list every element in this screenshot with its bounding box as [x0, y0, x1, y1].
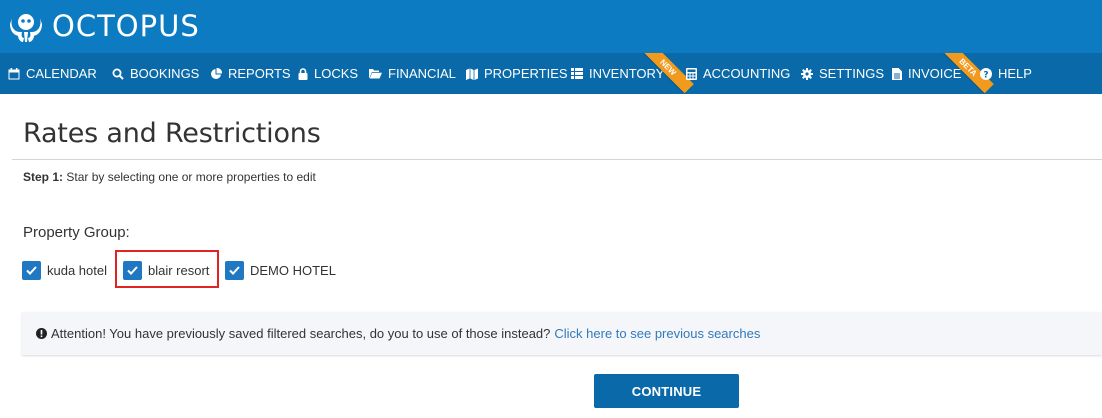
pie-chart-icon: [211, 67, 222, 79]
nav-label-calendar: CALENDAR: [26, 66, 97, 81]
calendar-icon: [8, 67, 20, 79]
nav-item-accounting[interactable]: ACCOUNTING: [686, 53, 790, 94]
property-checkbox-kuda-hotel[interactable]: kuda hotel: [22, 260, 107, 280]
top-bar: OCTOPUS: [0, 0, 1102, 53]
nav-label-properties: PROPERTIES: [484, 66, 568, 81]
title-divider: [12, 159, 1102, 160]
property-checkbox-blair-resort[interactable]: blair resort: [123, 260, 209, 280]
property-label: DEMO HOTEL: [250, 262, 336, 278]
nav-label-reports: REPORTS: [228, 66, 291, 81]
nav-label-financial: FINANCIAL: [388, 66, 456, 81]
nav-label-settings: SETTINGS: [819, 66, 885, 81]
nav-item-bookings[interactable]: BOOKINGS: [112, 53, 199, 94]
folder-open-icon: [369, 69, 382, 79]
nav-label-locks: LOCKS: [314, 66, 359, 81]
question-circle-icon: ?: [980, 67, 992, 80]
file-icon: [892, 67, 902, 80]
map-icon: [466, 68, 478, 80]
nav-label-bookings: BOOKINGS: [130, 66, 200, 81]
nav-item-locks[interactable]: LOCKS: [298, 53, 358, 94]
main-navigation: CALENDAR BOOKINGS REPORTS LOCKS FINANCIA…: [0, 53, 1102, 94]
nav-item-properties[interactable]: PROPERTIES: [466, 53, 568, 94]
nav-label-inventory: INVENTORY: [589, 66, 665, 81]
step-instruction: Step 1: Star by selecting one or more pr…: [23, 170, 316, 184]
nav-item-calendar[interactable]: CALENDAR: [8, 53, 97, 94]
lock-icon: [298, 67, 308, 80]
nav-label-help: HELP: [998, 66, 1032, 81]
brand-name: OCTOPUS: [52, 9, 200, 43]
nav-item-settings[interactable]: SETTINGS: [801, 53, 884, 94]
page-title: Rates and Restrictions: [23, 118, 321, 149]
property-label: blair resort: [148, 262, 210, 278]
step-text: Star by selecting one or more properties…: [66, 170, 316, 184]
property-label: kuda hotel: [47, 262, 107, 278]
gear-icon: [801, 67, 813, 80]
brand-logo[interactable]: OCTOPUS: [8, 8, 200, 44]
property-group-label: Property Group:: [23, 224, 130, 241]
nav-item-help[interactable]: ? HELP: [980, 53, 1032, 94]
calculator-icon: [686, 67, 697, 80]
svg-text:?: ?: [983, 70, 988, 80]
step-label: Step 1:: [23, 170, 64, 184]
exclamation-circle-icon: [36, 328, 47, 339]
octopus-logo-icon: [10, 14, 42, 42]
nav-item-reports[interactable]: REPORTS: [210, 53, 291, 94]
nav-item-financial[interactable]: FINANCIAL: [369, 53, 456, 94]
alert-text: Attention! You have previously saved fil…: [51, 326, 551, 341]
nav-label-accounting: ACCOUNTING: [703, 66, 791, 81]
checkbox-checked-icon[interactable]: [123, 260, 142, 280]
list-icon: [571, 68, 583, 79]
property-checkbox-demo-hotel[interactable]: DEMO HOTEL: [225, 260, 336, 280]
nav-label-invoice: INVOICE: [908, 66, 962, 81]
search-icon: [112, 68, 124, 80]
saved-searches-alert: Attention! You have previously saved fil…: [22, 312, 1102, 355]
previous-searches-link[interactable]: Click here to see previous searches: [554, 326, 760, 341]
checkbox-checked-icon[interactable]: [22, 260, 41, 280]
continue-button[interactable]: CONTINUE: [594, 374, 739, 408]
checkbox-checked-icon[interactable]: [225, 260, 244, 280]
